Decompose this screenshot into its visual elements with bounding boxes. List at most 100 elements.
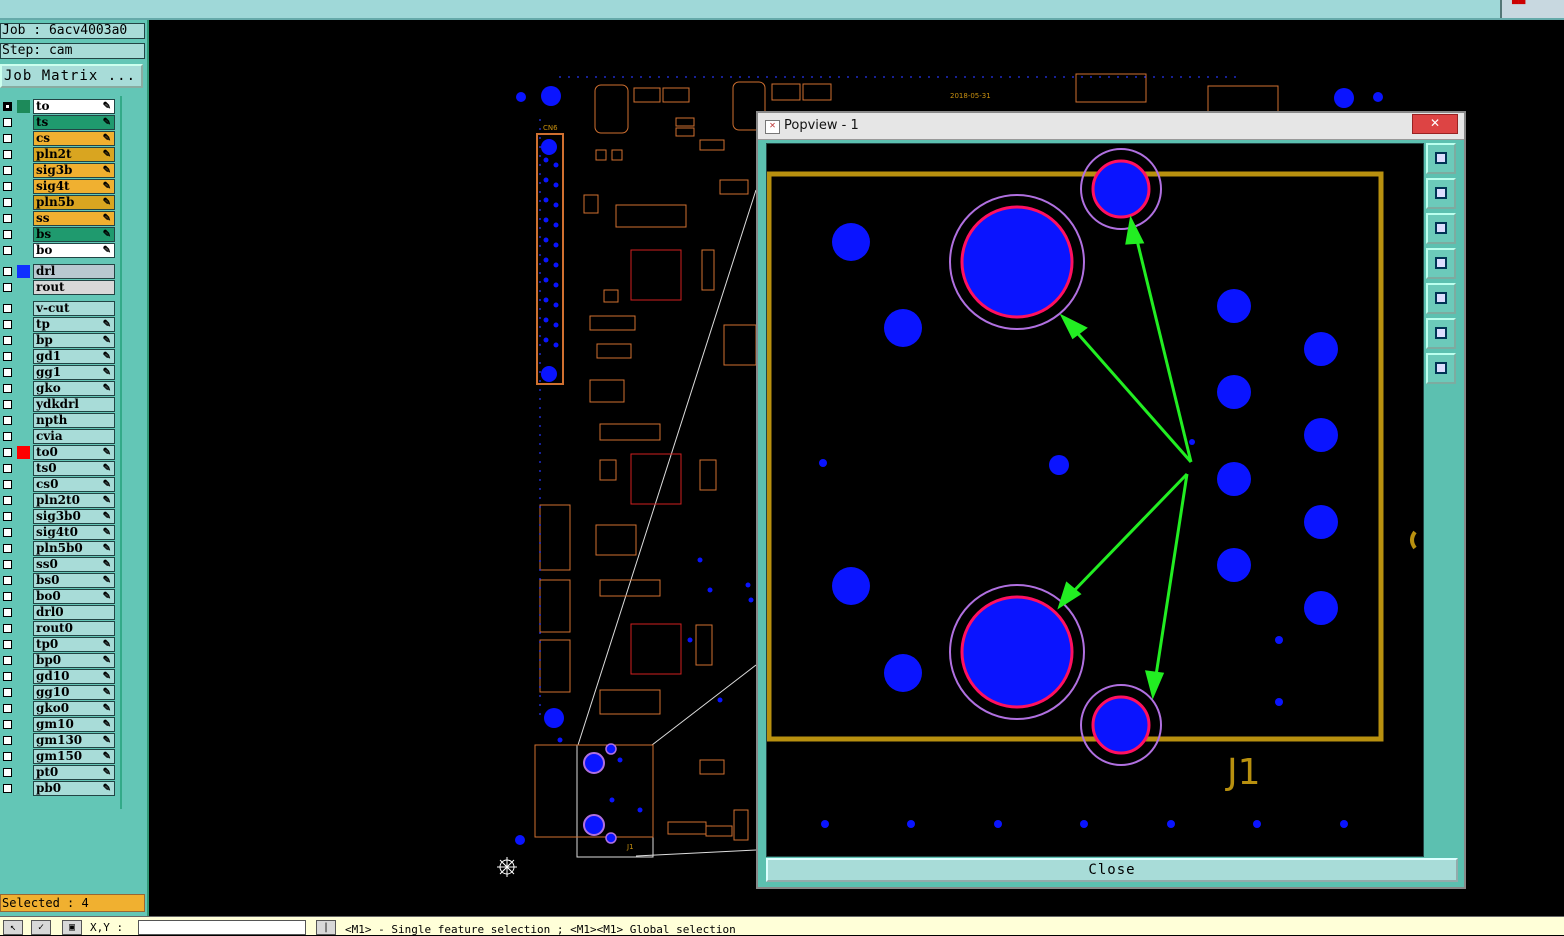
via bbox=[1198, 76, 1200, 78]
via bbox=[1144, 76, 1146, 78]
via bbox=[617, 757, 623, 763]
window-tool-icon[interactable]: ▣ bbox=[62, 920, 82, 935]
via bbox=[539, 524, 541, 526]
via bbox=[707, 587, 713, 593]
window-icon: ✕ bbox=[765, 120, 780, 134]
zoom-guide-line bbox=[651, 664, 757, 746]
via bbox=[553, 162, 559, 168]
via bbox=[539, 281, 541, 283]
via bbox=[1000, 76, 1002, 78]
pan-up-icon[interactable] bbox=[1426, 178, 1456, 209]
via bbox=[1036, 76, 1038, 78]
via bbox=[553, 322, 559, 328]
via bbox=[541, 139, 557, 155]
via bbox=[516, 92, 526, 102]
via bbox=[539, 272, 541, 274]
via bbox=[539, 704, 541, 706]
via bbox=[539, 614, 541, 616]
via bbox=[730, 76, 732, 78]
via bbox=[543, 337, 549, 343]
via bbox=[553, 242, 559, 248]
via bbox=[539, 641, 541, 643]
connector-cn1 bbox=[1075, 73, 1147, 103]
via bbox=[539, 245, 541, 247]
via bbox=[766, 76, 768, 78]
close-icon[interactable]: ✕ bbox=[1412, 114, 1458, 134]
smd-part bbox=[595, 524, 637, 556]
popview-title: Popview - 1 bbox=[784, 118, 859, 133]
via bbox=[1063, 76, 1065, 78]
via bbox=[667, 76, 669, 78]
via bbox=[539, 137, 541, 139]
via bbox=[539, 389, 541, 391]
label-cn6: CN6 bbox=[543, 124, 558, 132]
ic-u27 bbox=[630, 453, 682, 505]
zoom-fit-icon[interactable] bbox=[1426, 353, 1456, 384]
via bbox=[874, 76, 876, 78]
via bbox=[991, 76, 993, 78]
via bbox=[829, 76, 831, 78]
via bbox=[539, 470, 541, 472]
via bbox=[539, 425, 541, 427]
via bbox=[539, 209, 541, 211]
via bbox=[1081, 76, 1083, 78]
via bbox=[539, 227, 541, 229]
via bbox=[539, 218, 541, 220]
via bbox=[539, 605, 541, 607]
via bbox=[640, 76, 642, 78]
label-j1-small: J1 bbox=[626, 843, 634, 851]
via bbox=[955, 76, 957, 78]
via bbox=[631, 76, 633, 78]
via bbox=[539, 650, 541, 652]
j1-pad bbox=[583, 752, 605, 774]
smd-part bbox=[802, 83, 832, 101]
via bbox=[539, 551, 541, 553]
via bbox=[539, 398, 541, 400]
via bbox=[973, 76, 975, 78]
smd-part bbox=[589, 315, 636, 331]
via bbox=[838, 76, 840, 78]
via bbox=[553, 302, 559, 308]
via bbox=[1180, 76, 1182, 78]
via bbox=[568, 76, 570, 78]
via bbox=[649, 76, 651, 78]
via bbox=[717, 697, 723, 703]
xy-label: X,Y : bbox=[90, 921, 124, 934]
pan-left-icon[interactable] bbox=[1426, 248, 1456, 279]
mount-hole bbox=[544, 708, 564, 728]
via bbox=[539, 578, 541, 580]
j1-pad bbox=[605, 743, 617, 755]
smd-part bbox=[699, 759, 725, 775]
via bbox=[892, 76, 894, 78]
j1-pad bbox=[605, 832, 617, 844]
via bbox=[757, 76, 759, 78]
popview-titlebar: ✕ Popview - 1 ✕ bbox=[758, 113, 1464, 140]
via bbox=[687, 637, 693, 643]
select-tool-icon[interactable]: ↖ bbox=[3, 920, 23, 935]
pan-right-icon[interactable] bbox=[1426, 283, 1456, 314]
via bbox=[515, 835, 525, 845]
popview-canvas[interactable]: J1 bbox=[766, 143, 1424, 857]
via bbox=[703, 76, 705, 78]
zoom-out-icon[interactable] bbox=[1426, 318, 1456, 349]
pan-down-icon[interactable] bbox=[1426, 213, 1456, 244]
via bbox=[543, 237, 549, 243]
close-button[interactable]: Close bbox=[766, 858, 1458, 882]
via bbox=[539, 443, 541, 445]
via bbox=[748, 597, 754, 603]
check-tool-icon[interactable]: ✓ bbox=[31, 920, 51, 935]
smd-part bbox=[771, 83, 801, 101]
smd-part bbox=[603, 289, 619, 303]
mode-button[interactable]: | bbox=[316, 920, 336, 935]
via bbox=[539, 686, 541, 688]
xy-field[interactable] bbox=[138, 920, 306, 935]
connector-cn6 bbox=[536, 133, 564, 385]
via bbox=[637, 807, 643, 813]
smd-part bbox=[701, 249, 715, 291]
zoom-guide-line bbox=[635, 849, 757, 857]
zoom-window-icon[interactable] bbox=[1426, 143, 1456, 174]
small-pad bbox=[1091, 695, 1151, 755]
via bbox=[539, 317, 541, 319]
smd-part bbox=[583, 194, 599, 214]
smd-part bbox=[705, 825, 733, 837]
